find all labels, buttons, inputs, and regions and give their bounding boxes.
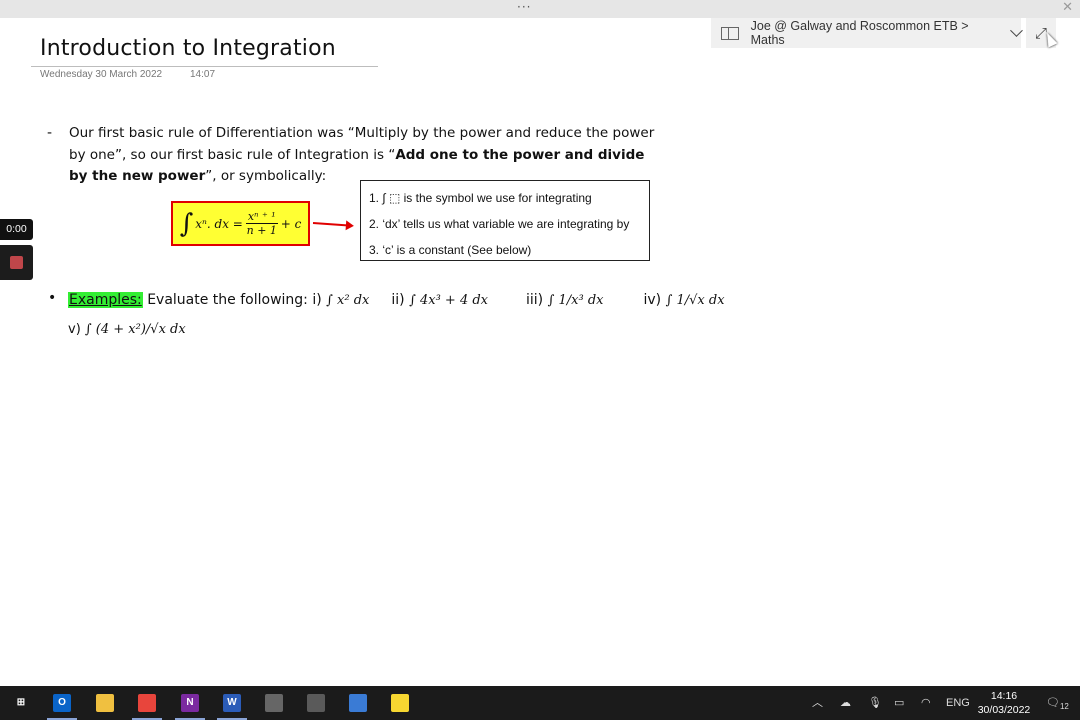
examples-intro: Evaluate the following: i) xyxy=(142,292,327,308)
battery-icon[interactable]: ▭ xyxy=(894,686,904,720)
examples-line-2[interactable]: v) ∫ (4 + x²)/√x dx xyxy=(68,322,186,337)
examples-heading: Examples: xyxy=(68,292,143,308)
window-grip-icon[interactable]: ··· xyxy=(517,0,531,14)
windows-start-icon[interactable]: ⊞ xyxy=(12,694,30,712)
window-titlebar: ··· ✕ xyxy=(0,0,1080,18)
chevron-down-icon[interactable] xyxy=(1010,24,1023,37)
example-2-label: ii) xyxy=(391,292,410,308)
recording-timer: 0:00 xyxy=(0,219,33,240)
integral-sign: ∫ xyxy=(179,208,194,239)
note-item: 2. ‘dx’ tells us what variable we are in… xyxy=(369,217,630,231)
stop-recording-button[interactable] xyxy=(0,245,33,280)
title-divider xyxy=(31,66,378,67)
example-4-label: iv) xyxy=(643,292,666,308)
formula-numerator: xⁿ ⁺ ¹ xyxy=(245,210,278,224)
phone-icon[interactable] xyxy=(265,694,283,712)
notification-count: 12 xyxy=(1059,702,1069,712)
chrome-icon[interactable] xyxy=(138,694,156,712)
examples-line[interactable]: Examples: Evaluate the following: i) ∫ x… xyxy=(68,292,725,308)
formula-lhs: xⁿ. dx = xyxy=(195,216,243,231)
sticky-notes-icon[interactable] xyxy=(391,694,409,712)
notebook-icon xyxy=(721,26,739,40)
rule-paragraph[interactable]: Our first basic rule of Differentiation … xyxy=(69,123,659,188)
onedrive-icon[interactable]: ☁ xyxy=(840,686,851,720)
page-time: 14:07 xyxy=(190,69,216,80)
wifi-icon[interactable]: ◠ xyxy=(921,686,931,720)
page-title[interactable]: Introduction to Integration xyxy=(40,36,336,61)
stop-icon xyxy=(10,256,23,269)
rule-text-part2: ”, or symbolically: xyxy=(205,168,327,184)
language-indicator[interactable]: ENG xyxy=(946,686,970,720)
page-date: Wednesday 30 March 2022 xyxy=(40,69,163,80)
example-5-label: v) xyxy=(68,322,85,337)
note-item: 1. ∫ ⬚ is the symbol we use for integrat… xyxy=(369,191,592,205)
clock-time: 14:16 xyxy=(990,690,1018,702)
formula-fraction: xⁿ ⁺ ¹ n + 1 xyxy=(245,210,278,237)
formula-rhs: + c xyxy=(280,216,302,231)
bullet-point: • xyxy=(48,290,57,306)
microphone-icon[interactable]: 🎙 xyxy=(868,686,882,720)
file-explorer-icon[interactable] xyxy=(96,694,114,712)
word-icon[interactable]: W xyxy=(223,694,241,712)
integration-formula[interactable]: ∫ xⁿ. dx = xⁿ ⁺ ¹ n + 1 + c xyxy=(171,201,310,246)
taskbar-clock[interactable]: 14:16 30/03/2022 xyxy=(974,689,1034,717)
note-item: 3. ‘c’ is a constant (See below) xyxy=(369,243,532,257)
formula-denominator: n + 1 xyxy=(246,224,277,237)
example-3-label: iii) xyxy=(526,292,548,308)
clock-date: 30/03/2022 xyxy=(977,704,1031,716)
outlook-icon[interactable]: O xyxy=(53,694,71,712)
calculator-icon[interactable] xyxy=(307,694,325,712)
notes-box[interactable]: 1. ∫ ⬚ is the symbol we use for integrat… xyxy=(360,180,650,261)
example-5: ∫ (4 + x²)/√x dx xyxy=(84,322,186,337)
notebook-navigation[interactable]: Joe @ Galway and Roscommon ETB > Maths xyxy=(711,18,1023,48)
app-icon[interactable] xyxy=(349,694,367,712)
show-hidden-icons-icon[interactable]: ︿ xyxy=(812,686,823,720)
taskbar: ⊞ O N W ︿ ☁ 🎙 ▭ ◠ ENG 14:16 30/03/2022 🗨12 xyxy=(0,686,1080,720)
close-icon[interactable]: ✕ xyxy=(1062,1,1073,15)
list-dash: - xyxy=(47,125,53,141)
onenote-icon[interactable]: N xyxy=(181,694,199,712)
notebook-breadcrumb[interactable]: Joe @ Galway and Roscommon ETB > Maths xyxy=(751,19,1001,47)
example-2: ∫ 4x³ + 4 dx xyxy=(409,293,489,308)
example-4: ∫ 1/√x dx xyxy=(665,293,725,308)
notifications-icon[interactable]: 🗨12 xyxy=(1046,686,1069,720)
example-3: ∫ 1/x³ dx xyxy=(547,293,604,308)
red-arrow xyxy=(312,222,347,227)
example-1: ∫ x² dx xyxy=(326,293,370,308)
